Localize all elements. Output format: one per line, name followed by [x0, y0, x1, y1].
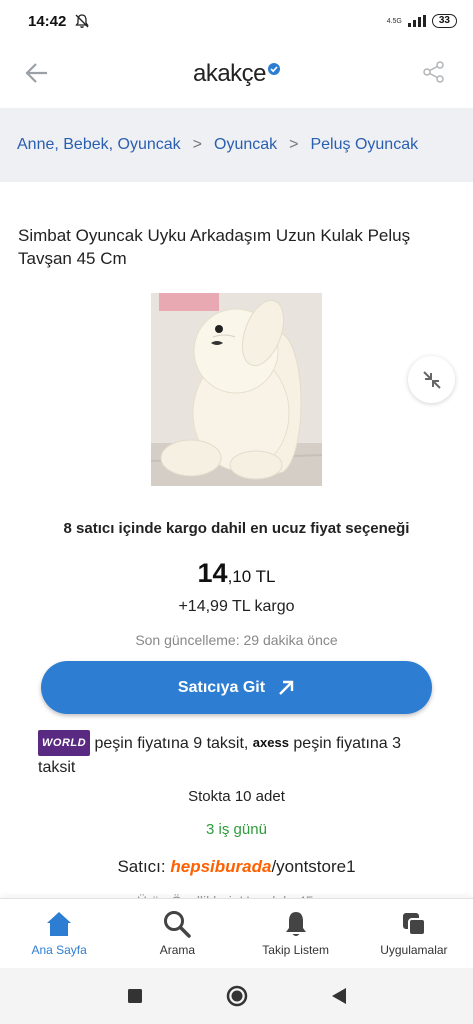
breadcrumb-item-anne-bebek-oyuncak[interactable]: Anne, Bebek, Oyuncak [17, 136, 181, 154]
price: 14,10 TL [0, 558, 473, 589]
status-indicators: 4.5G 33 [387, 14, 457, 28]
product-title: Simbat Oyuncak Uyku Arkadaşım Uzun Kulak… [18, 226, 411, 268]
installment-options: WORLD peşin fiyatına 9 taksit, axess peş… [38, 730, 438, 780]
breadcrumb-separator: > [289, 136, 299, 153]
delivery-time: 3 iş günü [206, 821, 267, 838]
verified-badge-icon [268, 63, 281, 75]
nav-apps-label: Uygulamalar [380, 943, 448, 957]
back-system-button[interactable] [328, 985, 350, 1007]
square-icon [127, 989, 142, 1003]
seller-marketplace[interactable]: hepsiburada [170, 857, 271, 876]
status-bar: 14:42 4.5G 33 [0, 0, 473, 42]
breadcrumb-item-oyuncak[interactable]: Oyuncak [214, 136, 277, 154]
product-image[interactable] [151, 293, 322, 486]
apps-icon [402, 913, 426, 936]
external-arrow-icon [279, 680, 294, 695]
share-icon[interactable] [421, 59, 447, 85]
battery-indicator: 33 [431, 14, 457, 28]
compare-button[interactable] [408, 356, 455, 403]
search-icon [164, 911, 192, 938]
plush-bunny-image [151, 293, 322, 486]
recent-apps-button[interactable] [124, 985, 146, 1007]
last-updated: Son güncelleme: 29 dakika önce [135, 632, 338, 648]
signal-icon [407, 15, 426, 27]
world-card-logo: WORLD [38, 730, 91, 756]
go-to-seller-label: Satıcıya Git [177, 678, 266, 696]
nav-search-label: Arama [159, 943, 196, 957]
nav-home[interactable]: Ana Sayfa [0, 899, 118, 968]
circle-icon [226, 985, 247, 1007]
axess-card-logo: axess [252, 735, 289, 750]
seller-store[interactable]: /yontstore1 [271, 857, 355, 876]
seller-label: Satıcı: [117, 857, 171, 876]
stock-info: Stokta 10 adet [188, 788, 285, 805]
nav-home-label: Ana Sayfa [31, 943, 87, 957]
nav-apps[interactable]: Uygulamalar [355, 899, 473, 968]
nav-watchlist[interactable]: Takip Listem [237, 899, 355, 968]
status-time: 14:42 [28, 12, 67, 30]
app-header: akakçe [0, 42, 473, 106]
price-decimal: ,10 TL [227, 567, 276, 586]
go-to-seller-button[interactable]: Satıcıya Git [41, 661, 432, 714]
compare-arrows-icon [422, 370, 441, 389]
seller-info: Satıcı: hepsiburada/yontstore1 [0, 857, 473, 877]
system-nav-bar [0, 968, 473, 1024]
cheapest-offer-heading: 8 satıcı içinde kargo dahil en ucuz fiya… [63, 520, 410, 537]
breadcrumb-item-pelus-oyuncak[interactable]: Peluş Oyuncak [310, 136, 418, 154]
bell-icon [285, 912, 306, 936]
back-arrow-icon[interactable] [22, 58, 52, 88]
home-icon [47, 912, 72, 936]
triangle-back-icon [331, 988, 346, 1004]
shipping-cost: +14,99 TL kargo [178, 598, 295, 615]
akakce-logo[interactable]: akakçe [192, 60, 281, 88]
breadcrumb-separator: > [192, 136, 202, 153]
logo-text: akakçe [192, 60, 267, 87]
bell-off-icon [75, 14, 90, 28]
price-main: 14 [197, 558, 228, 588]
installment-text-world: peşin fiyatına 9 taksit, [90, 735, 253, 752]
home-system-button[interactable] [226, 985, 248, 1007]
nav-watchlist-label: Takip Listem [262, 943, 329, 957]
breadcrumb: Anne, Bebek, Oyuncak > Oyuncak > Peluş O… [0, 108, 473, 182]
nav-search[interactable]: Arama [118, 899, 236, 968]
bottom-nav: Ana Sayfa Arama Takip Listem Uygulamalar [0, 898, 473, 968]
network-type: 4.5G [386, 17, 402, 25]
